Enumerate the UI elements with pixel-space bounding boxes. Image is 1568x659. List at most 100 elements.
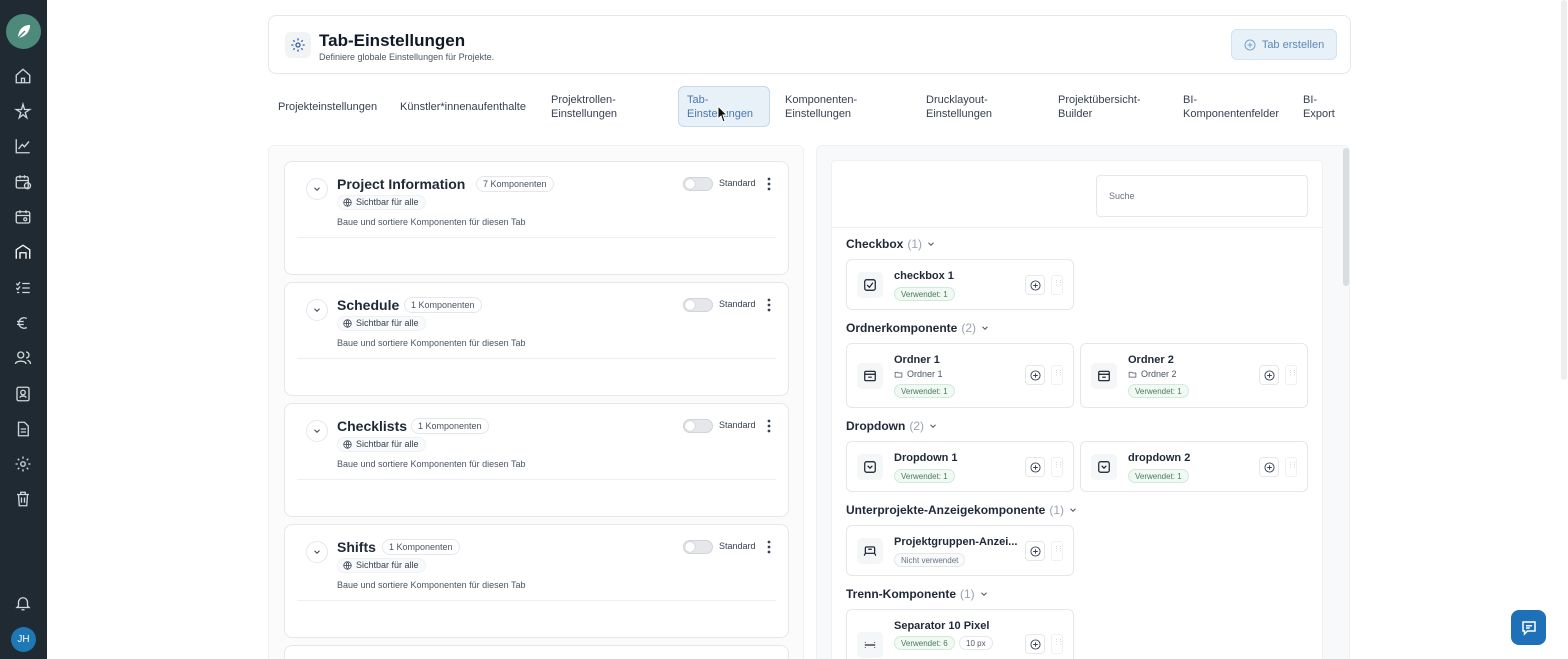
component-item[interactable]: checkbox 1 Verwendet: 1 — [846, 259, 1074, 310]
chevron-down-icon[interactable] — [306, 178, 328, 200]
bell-icon[interactable] — [14, 594, 34, 614]
group-header-dropdown[interactable]: Dropdown (2) — [846, 419, 938, 433]
visibility-badge: Sichtbar für alle — [337, 316, 426, 331]
euro-icon[interactable] — [14, 314, 34, 334]
more-options-icon[interactable] — [765, 297, 773, 313]
settings-icon[interactable] — [14, 455, 34, 475]
calendar-clock-icon[interactable] — [14, 173, 34, 193]
add-component-button[interactable] — [1025, 457, 1045, 477]
tab-drucklayout-einstellungen[interactable]: Drucklayout-Einstellungen — [926, 93, 1016, 121]
chat-support-button[interactable] — [1511, 610, 1546, 645]
building-icon[interactable] — [14, 243, 34, 263]
add-component-button[interactable] — [1259, 457, 1279, 477]
app-logo[interactable] — [6, 14, 41, 49]
component-item[interactable]: Ordner 2 Ordner 2 Verwendet: 1 — [1080, 343, 1308, 408]
chevron-down-icon[interactable] — [306, 420, 328, 442]
tab-name: Project Information — [337, 176, 466, 192]
project-tab-card[interactable]: Project Information 7 Komponenten Sichtb… — [284, 161, 789, 275]
visibility-label: Sichtbar für alle — [356, 439, 419, 449]
contacts-icon[interactable] — [14, 385, 34, 405]
plus-circle-icon — [1029, 279, 1041, 291]
component-count-badge: 1 Komponenten — [404, 297, 482, 313]
folder-label: Ordner 1 — [894, 369, 943, 379]
group-header-checkbox[interactable]: Checkbox (1) — [846, 237, 936, 251]
divider — [297, 479, 776, 480]
visibility-label: Sichtbar für alle — [356, 560, 419, 570]
component-item[interactable]: Projektgruppen-Anzei... Nicht verwendet — [846, 525, 1074, 576]
group-header-ordnerkomponente[interactable]: Ordnerkomponente (2) — [846, 321, 990, 335]
drag-handle-icon[interactable] — [1285, 365, 1297, 385]
panel-scrollbar[interactable] — [1343, 148, 1349, 286]
calendar-user-icon[interactable] — [14, 208, 34, 228]
group-header-unterprojekte[interactable]: Unterprojekte-Anzeigekomponente (1) — [846, 503, 1078, 517]
visibility-label: Sichtbar für alle — [356, 318, 419, 328]
more-options-icon[interactable] — [765, 418, 773, 434]
add-component-button[interactable] — [1025, 634, 1045, 654]
star-icon[interactable] — [14, 102, 34, 122]
tab-projekteinstellungen[interactable]: Projekteinstellungen — [278, 100, 377, 114]
drag-handle-icon[interactable] — [1051, 365, 1063, 385]
component-item[interactable]: Ordner 1 Ordner 1 Verwendet: 1 — [846, 343, 1074, 408]
tab-projektrollen-einstellungen[interactable]: Projektrollen-Einstellungen — [551, 93, 641, 121]
tab-bi-export[interactable]: BI-Export — [1303, 93, 1343, 121]
plus-circle-icon — [1029, 461, 1041, 473]
create-tab-button[interactable]: Tab erstellen — [1231, 29, 1337, 60]
component-count-badge: 7 Komponenten — [476, 176, 554, 192]
home-icon[interactable] — [14, 67, 34, 87]
user-avatar[interactable]: JH — [11, 627, 36, 652]
chevron-down-icon[interactable] — [306, 541, 328, 563]
plus-circle-icon — [1029, 638, 1041, 650]
drag-handle-icon[interactable] — [1051, 275, 1063, 295]
component-item[interactable]: Dropdown 1 Verwendet: 1 — [846, 441, 1074, 492]
tab-bi-komponentenfelder[interactable]: BI-Komponentenfelder — [1183, 93, 1283, 121]
add-component-button[interactable] — [1025, 365, 1045, 385]
trash-icon[interactable] — [14, 490, 34, 510]
document-icon[interactable] — [14, 420, 34, 440]
folder-label: Ordner 2 — [1128, 369, 1177, 379]
search-input[interactable]: Suche — [1096, 175, 1308, 217]
component-count-badge: 1 Komponenten — [382, 539, 460, 555]
standard-toggle[interactable] — [683, 298, 713, 312]
folder-component-icon — [857, 363, 883, 389]
globe-icon — [343, 561, 352, 570]
standard-toggle[interactable] — [683, 419, 713, 433]
tab-name: Schedule — [337, 297, 400, 313]
add-component-button[interactable] — [1025, 275, 1045, 295]
group-name: Unterprojekte-Anzeigekomponente — [846, 503, 1046, 517]
page-scrollbar[interactable] — [1561, 0, 1567, 380]
usage-badge: Verwendet: 1 — [1128, 384, 1189, 398]
component-name: Ordner 2 — [1128, 354, 1174, 366]
drag-handle-icon[interactable] — [1051, 457, 1063, 477]
tab-komponenten-einstellungen[interactable]: Komponenten-Einstellungen — [785, 93, 880, 121]
chart-icon[interactable] — [14, 137, 34, 157]
tab-kuenstlerinnenaufenthalte[interactable]: Künstler*innenaufenthalte — [400, 100, 526, 114]
component-item[interactable]: Separator 10 Pixel Verwendet: 6 10 px — [846, 609, 1074, 659]
tab-projektuebersicht-builder[interactable]: Projektübersicht-Builder — [1058, 93, 1153, 121]
component-name: dropdown 2 — [1128, 452, 1191, 464]
usage-badge: Verwendet: 1 — [1128, 469, 1189, 483]
globe-icon — [343, 440, 352, 449]
project-tab-card[interactable]: Schedule 1 Komponenten Sichtbar für alle… — [284, 282, 789, 396]
checklist-icon[interactable] — [14, 279, 34, 299]
project-tab-card[interactable]: Shifts 1 Komponenten Sichtbar für alle B… — [284, 524, 789, 638]
plus-circle-icon — [1263, 461, 1275, 473]
standard-toggle[interactable] — [683, 177, 713, 191]
component-name: Dropdown 1 — [894, 452, 958, 464]
component-item[interactable]: dropdown 2 Verwendet: 1 — [1080, 441, 1308, 492]
users-icon[interactable] — [14, 349, 34, 369]
drag-handle-icon[interactable] — [1051, 541, 1063, 561]
chevron-down-icon[interactable] — [306, 299, 328, 321]
drag-handle-icon[interactable] — [1285, 457, 1297, 477]
group-name: Trenn-Komponente — [846, 587, 956, 601]
more-options-icon[interactable] — [765, 176, 773, 192]
standard-toggle[interactable] — [683, 540, 713, 554]
drag-handle-icon[interactable] — [1051, 634, 1063, 654]
project-tab-card[interactable] — [284, 645, 789, 659]
add-component-button[interactable] — [1025, 541, 1045, 561]
add-component-button[interactable] — [1259, 365, 1279, 385]
group-header-trenn-komponente[interactable]: Trenn-Komponente (1) — [846, 587, 989, 601]
project-tab-card[interactable]: Checklists 1 Komponenten Sichtbar für al… — [284, 403, 789, 517]
folder-name: Ordner 2 — [1141, 369, 1177, 379]
more-options-icon[interactable] — [765, 539, 773, 555]
usage-badge: Verwendet: 6 — [894, 636, 955, 650]
